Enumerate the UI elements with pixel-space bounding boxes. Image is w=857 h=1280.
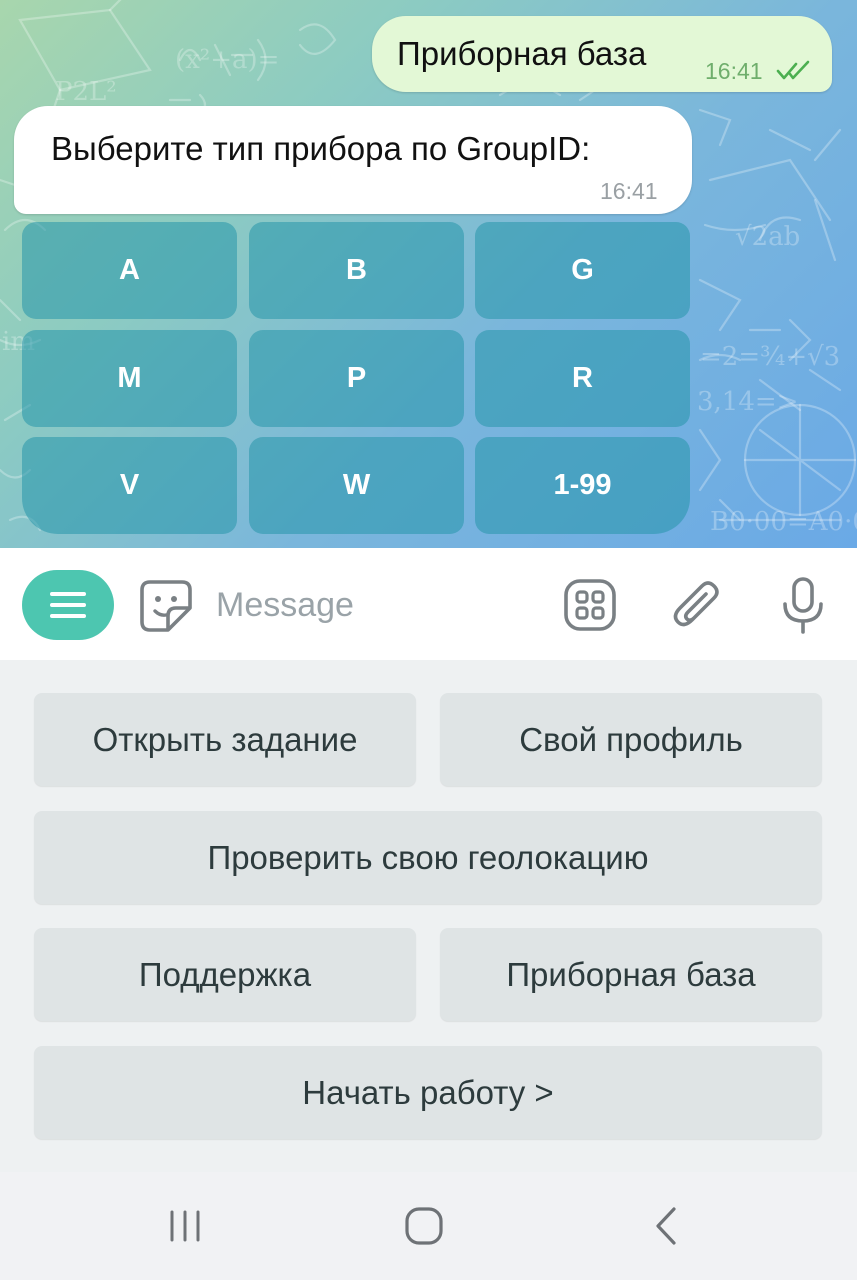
back-icon bbox=[656, 1207, 676, 1245]
message-input-bar bbox=[0, 548, 857, 660]
device-base-button[interactable]: Приборная база bbox=[440, 928, 822, 1021]
bot-menu-button[interactable] bbox=[22, 570, 114, 640]
menu-icon bbox=[50, 592, 86, 618]
recents-icon bbox=[170, 1210, 200, 1242]
incoming-message-time: 16:41 bbox=[600, 178, 658, 204]
open-task-button[interactable]: Открыть задание bbox=[34, 693, 416, 786]
incoming-message[interactable]: Выберите тип прибора по GroupID: 16:41 bbox=[14, 106, 692, 214]
outgoing-message[interactable]: Приборная база 16:41 bbox=[372, 16, 832, 92]
system-navigation-bar bbox=[0, 1172, 857, 1280]
svg-text:(x²+a)=: (x²+a)= bbox=[175, 45, 279, 75]
svg-text:3,14=>: 3,14=> bbox=[697, 387, 798, 417]
recents-button[interactable] bbox=[155, 1200, 215, 1252]
start-work-button[interactable]: Начать работу > bbox=[34, 1046, 822, 1139]
inline-button-g[interactable]: G bbox=[475, 222, 690, 319]
outgoing-message-text: Приборная база bbox=[397, 35, 647, 72]
inline-keyboard: A B G M P R V W 1-99 bbox=[22, 222, 692, 538]
inline-button-v[interactable]: V bbox=[22, 437, 237, 534]
svg-text:B0·00=A0·0: B0·00=A0·0 bbox=[710, 507, 857, 537]
outgoing-message-time: 16:41 bbox=[705, 58, 763, 84]
message-input[interactable] bbox=[216, 578, 536, 632]
home-icon bbox=[405, 1207, 443, 1245]
inline-button-w[interactable]: W bbox=[249, 437, 464, 534]
svg-text:√2ab: √2ab bbox=[735, 222, 800, 252]
sticker-icon[interactable] bbox=[138, 578, 194, 634]
my-profile-button[interactable]: Свой профиль bbox=[440, 693, 822, 786]
inline-button-r[interactable]: R bbox=[475, 330, 690, 427]
support-button[interactable]: Поддержка bbox=[34, 928, 416, 1021]
home-button[interactable] bbox=[394, 1198, 454, 1254]
svg-text:=2=¾+√3: =2=¾+√3 bbox=[700, 342, 840, 372]
svg-text:P2L²: P2L² bbox=[55, 77, 117, 107]
check-geolocation-button[interactable]: Проверить свою геолокацию bbox=[34, 811, 822, 904]
keyboard-toggle-icon[interactable] bbox=[563, 578, 617, 632]
incoming-message-text: Выберите тип прибора по GroupID: bbox=[51, 130, 591, 167]
reply-keyboard: Открыть задание Свой профиль Проверить с… bbox=[0, 660, 857, 1172]
mic-icon[interactable] bbox=[780, 576, 826, 636]
inline-button-p[interactable]: P bbox=[249, 330, 464, 427]
double-check-icon bbox=[776, 60, 810, 80]
chat-area: (x²+a)= P2L² √2ab =2=¾+√3 3,14=> B0·00=A… bbox=[0, 0, 857, 548]
inline-button-b[interactable]: B bbox=[249, 222, 464, 319]
inline-button-m[interactable]: M bbox=[22, 330, 237, 427]
inline-button-a[interactable]: A bbox=[22, 222, 237, 319]
attach-icon[interactable] bbox=[672, 578, 724, 634]
back-button[interactable] bbox=[636, 1200, 696, 1252]
inline-button-1-99[interactable]: 1-99 bbox=[475, 437, 690, 534]
